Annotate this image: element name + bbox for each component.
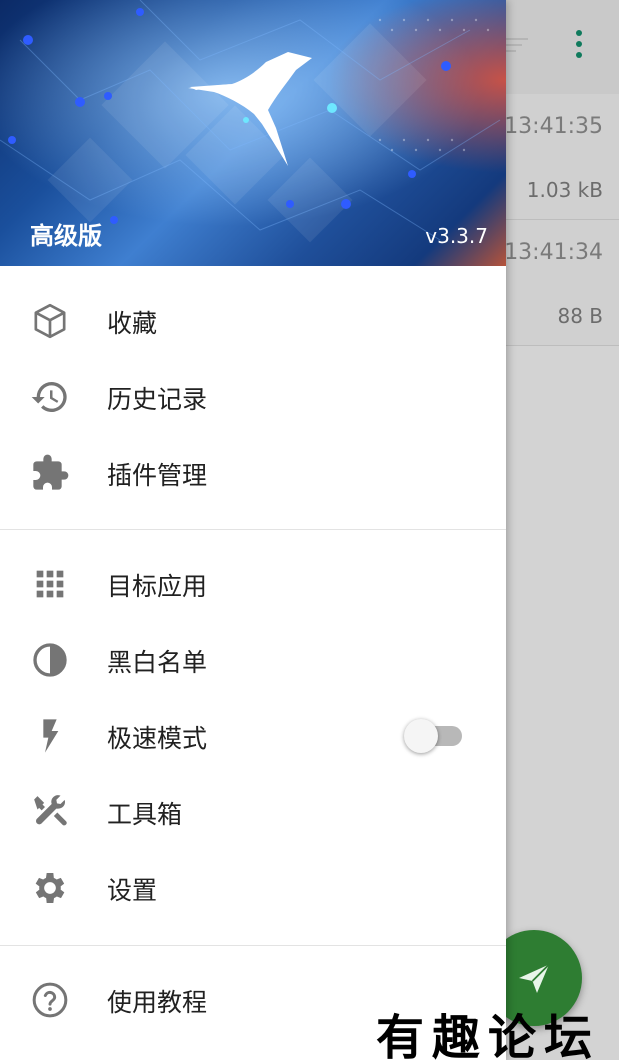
navigation-drawer: 高级版 v3.3.7 收藏 历史记录 插件管理 目标应用 黑白名单 极速模式 工… <box>0 0 506 1060</box>
menu-item-speed-mode[interactable]: 极速模式 <box>0 697 506 773</box>
menu-section-primary: 收藏 历史记录 插件管理 <box>0 282 506 510</box>
menu-item-label: 极速模式 <box>107 724 208 753</box>
menu-item-blacklist[interactable]: 黑白名单 <box>0 621 506 697</box>
gear-icon <box>35 873 65 903</box>
menu-item-target-apps[interactable]: 目标应用 <box>0 545 506 621</box>
menu-item-settings[interactable]: 设置 <box>0 849 506 925</box>
menu-item-label: 插件管理 <box>107 461 208 490</box>
row-time: 13:41:34 <box>504 240 603 265</box>
toggle-thumb <box>404 719 438 753</box>
edition-title: 高级版 <box>30 222 102 250</box>
filter-icon[interactable] <box>506 38 528 54</box>
list-item[interactable]: 13:41:34 88 B <box>504 220 619 346</box>
overflow-menu-icon[interactable] <box>572 30 586 62</box>
menu-section-secondary: 目标应用 黑白名单 极速模式 工具箱 设置 <box>0 545 506 925</box>
list-item[interactable]: 13:41:35 1.03 kB <box>504 94 619 220</box>
help-icon <box>32 982 68 1018</box>
lightning-icon <box>43 719 59 753</box>
menu-item-label: 使用教程 <box>107 988 208 1017</box>
divider <box>0 945 506 946</box>
contrast-icon <box>33 643 67 677</box>
row-size: 1.03 kB <box>526 178 603 202</box>
history-icon <box>31 382 67 412</box>
menu-item-label: 设置 <box>107 876 158 905</box>
menu-item-label: 工具箱 <box>107 800 183 829</box>
menu-item-label: 目标应用 <box>107 572 208 601</box>
menu-item-favorites[interactable]: 收藏 <box>0 282 506 358</box>
menu-item-history[interactable]: 历史记录 <box>0 358 506 434</box>
puzzle-icon <box>33 454 69 490</box>
menu-item-toolbox[interactable]: 工具箱 <box>0 773 506 849</box>
watermark-text: 有趣论坛 <box>376 1010 601 1060</box>
version-label: v3.3.7 <box>425 224 488 248</box>
menu-item-label: 收藏 <box>107 309 158 338</box>
row-time: 13:41:35 <box>504 114 603 139</box>
speed-mode-toggle[interactable] <box>404 717 462 753</box>
menu-item-plugins[interactable]: 插件管理 <box>0 434 506 510</box>
send-icon <box>519 963 550 993</box>
grid-icon <box>36 570 64 598</box>
cube-icon <box>34 303 66 339</box>
row-size: 88 B <box>557 304 603 328</box>
menu-item-label: 历史记录 <box>107 385 208 414</box>
divider <box>0 529 506 530</box>
tools-icon <box>34 795 67 826</box>
drawer-header: 高级版 v3.3.7 <box>0 0 506 266</box>
menu-item-label: 黑白名单 <box>107 648 208 677</box>
